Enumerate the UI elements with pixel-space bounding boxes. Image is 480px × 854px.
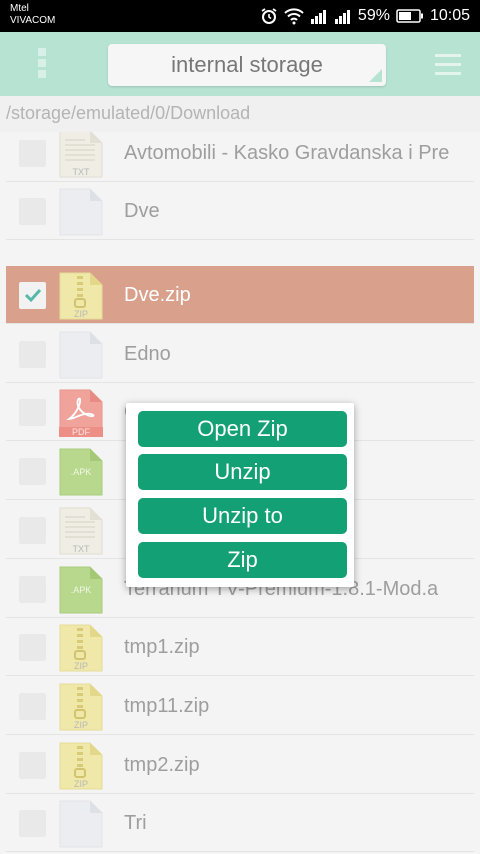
zip-file-icon: ZIP [59, 272, 103, 320]
row-checkbox[interactable] [19, 282, 46, 309]
file-row[interactable]: ZIP tmp1.zip [6, 618, 474, 676]
signal-icon-1 [310, 10, 326, 24]
row-checkbox[interactable] [19, 810, 46, 837]
file-name: tmp2.zip [124, 754, 200, 776]
wifi-icon [284, 8, 304, 25]
file-type-label: TXT [72, 167, 90, 177]
signal-icon-2 [334, 10, 350, 24]
file-row[interactable]: Tri [6, 794, 474, 852]
carrier-secondary: VIVACOM [10, 15, 56, 26]
file-type-label: ZIP [73, 779, 88, 789]
row-checkbox[interactable] [19, 576, 46, 603]
open-zip-button[interactable]: Open Zip [138, 411, 347, 447]
file-name: Avtomobili - Kasko Gravdanska i Pre [124, 142, 450, 164]
file-row[interactable]: ZIP tmp11.zip [6, 677, 474, 735]
row-checkbox[interactable] [19, 458, 46, 485]
file-type-label: .APK [70, 467, 92, 477]
blank-file-icon [59, 800, 103, 848]
status-icons: 59% 10:05 [260, 6, 470, 26]
storage-dropdown[interactable]: internal storage [108, 44, 386, 86]
carrier-primary: Mtel [10, 3, 29, 14]
file-name: Dve [124, 200, 160, 222]
file-name: tmp11.zip [124, 695, 210, 717]
file-name: Dve.zip [124, 284, 191, 306]
carrier-info: Mtel VIVACOM [10, 3, 55, 27]
zip-file-icon: ZIP [59, 624, 103, 672]
file-type-label: TXT [72, 544, 90, 554]
row-checkbox[interactable] [19, 752, 46, 779]
storage-label: internal storage [171, 52, 323, 77]
row-checkbox[interactable] [19, 399, 46, 426]
overflow-menu-button[interactable] [38, 48, 48, 80]
row-checkbox[interactable] [19, 634, 46, 661]
row-checkbox[interactable] [19, 693, 46, 720]
file-type-label: PDF [72, 427, 90, 437]
toolbar: internal storage [0, 32, 480, 96]
row-checkbox[interactable] [19, 517, 46, 544]
unzip-button[interactable]: Unzip [138, 454, 347, 490]
file-type-label: .APK [70, 585, 92, 595]
file-row[interactable]: TXT Avtomobili - Kasko Gravdanska i Pre [6, 132, 474, 182]
dot-icon [38, 70, 46, 78]
blank-file-icon [59, 188, 103, 236]
zip-button[interactable]: Zip [138, 542, 347, 578]
dot-icon [38, 59, 46, 67]
row-checkbox[interactable] [19, 198, 46, 225]
unzip-to-button[interactable]: Unzip to [138, 498, 347, 534]
battery-icon [396, 9, 423, 23]
clock: 10:05 [429, 7, 470, 24]
zip-file-icon: ZIP [59, 742, 103, 790]
hamburger-menu-button[interactable] [435, 54, 461, 76]
dot-icon [38, 48, 46, 56]
file-type-label: ZIP [73, 309, 88, 319]
file-type-label: ZIP [73, 661, 88, 671]
file-row[interactable]: ZIP tmp2.zip [6, 736, 474, 794]
txt-file-icon: TXT [59, 132, 103, 178]
blank-file-icon [59, 331, 103, 379]
checkmark-icon [24, 288, 42, 303]
dropdown-corner-icon [369, 69, 382, 82]
status-bar: Mtel VIVACOM 59% 10:05 [0, 0, 480, 32]
file-row[interactable]: ZIP Dve.zip [6, 266, 474, 324]
pdf-file-icon: PDF [59, 389, 103, 437]
row-checkbox[interactable] [19, 140, 46, 167]
file-name: Tri [124, 812, 147, 834]
file-type-label: ZIP [73, 720, 88, 730]
apk-file-icon: .APK [59, 566, 103, 614]
file-row[interactable]: Dve [6, 182, 474, 240]
battery-percent: 59% [357, 7, 390, 24]
breadcrumb-path: /storage/emulated/0/Download [0, 96, 480, 132]
apk-file-icon: .APK [59, 448, 103, 496]
row-checkbox[interactable] [19, 341, 46, 368]
alarm-icon [261, 8, 277, 24]
file-row[interactable]: Edno [6, 325, 474, 383]
file-name: Edno [124, 343, 171, 365]
zip-file-icon: ZIP [59, 683, 103, 731]
zip-actions-popup: Open Zip Unzip Unzip to Zip [126, 403, 354, 587]
file-name: tmp1.zip [124, 636, 200, 658]
txt-file-icon: TXT [59, 507, 103, 555]
